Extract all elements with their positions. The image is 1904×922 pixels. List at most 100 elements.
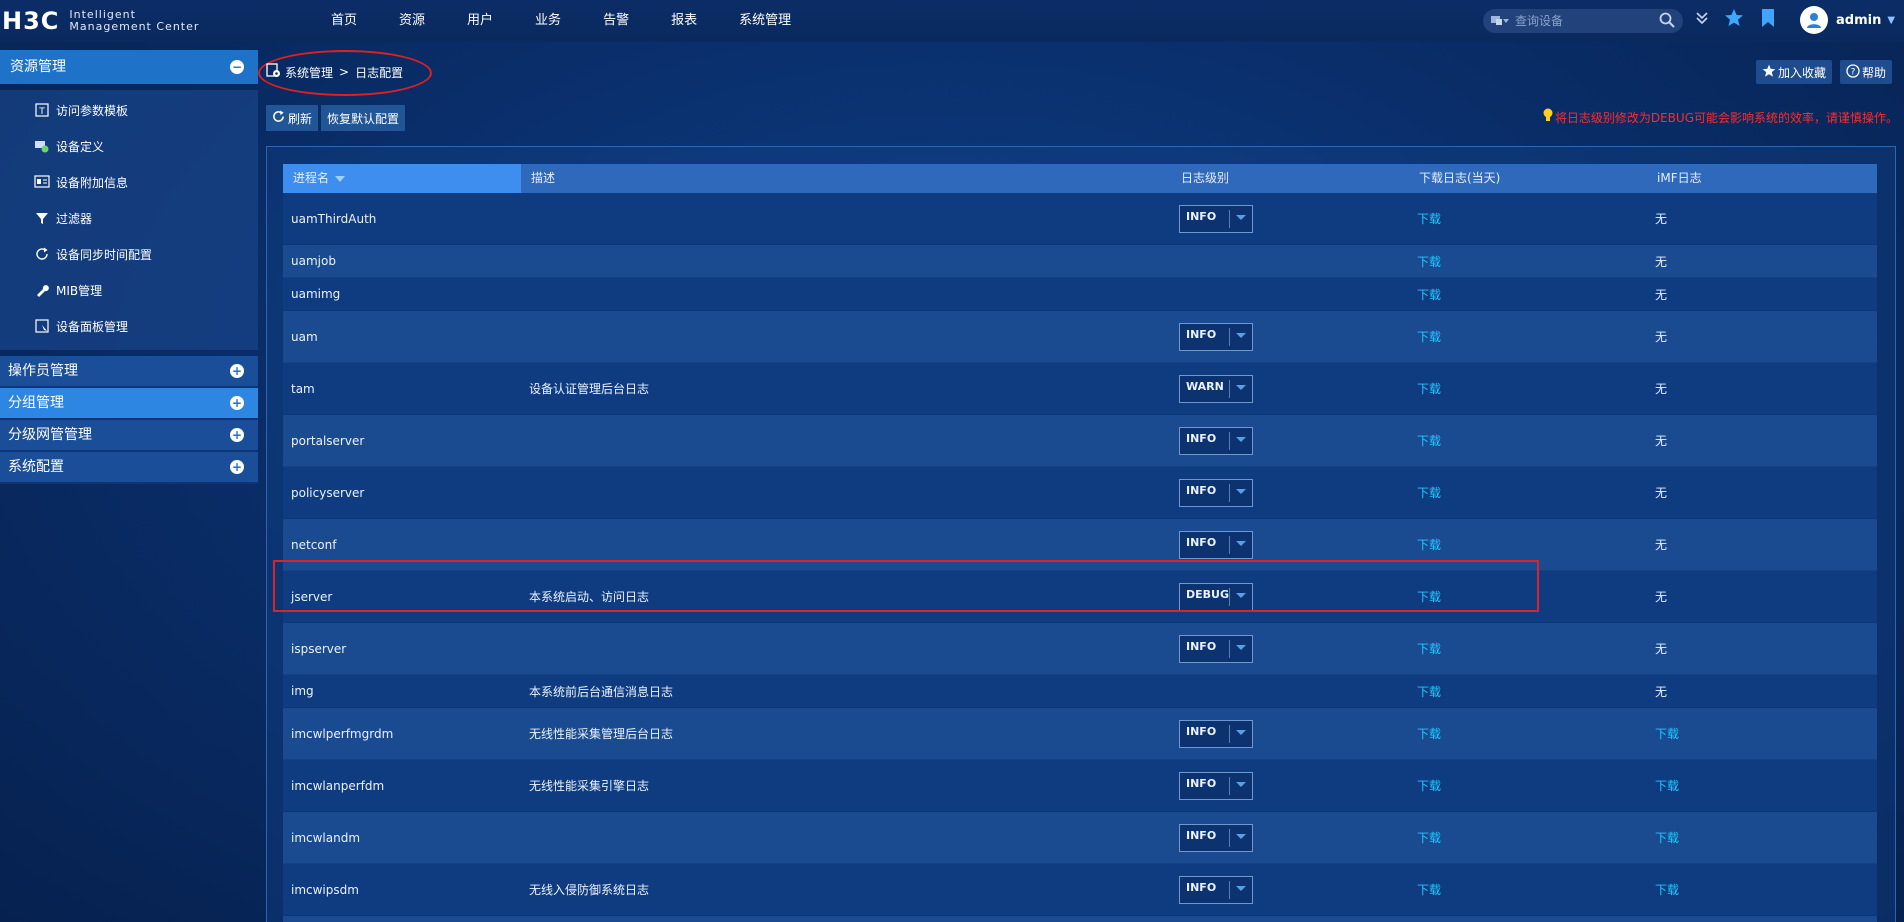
sidebar-item-3[interactable]: 过滤器: [0, 200, 258, 236]
sidebar-item-1[interactable]: 设备定义: [0, 128, 258, 164]
column-header-process[interactable]: 进程名: [283, 164, 521, 193]
log-level-cell: INFO: [1171, 478, 1409, 507]
device-def-icon: [34, 138, 50, 154]
nav-item-3[interactable]: 业务: [514, 0, 582, 42]
imf-log-cell: 无: [1655, 330, 1668, 344]
breadcrumb-parent[interactable]: 系统管理: [285, 64, 333, 81]
nav-item-6[interactable]: 系统管理: [718, 0, 812, 42]
download-log-link[interactable]: 下载: [1409, 829, 1647, 846]
description-cell: 本系统启动、访问日志: [529, 590, 650, 604]
select-divider: [1229, 327, 1230, 346]
imf-log-download-link[interactable]: 下载: [1647, 881, 1877, 898]
double-chevron-down-icon[interactable]: [1696, 11, 1708, 28]
imf-log-download-link[interactable]: 下载: [1647, 725, 1877, 742]
logo[interactable]: H3C Intelligent Management Center: [2, 6, 199, 36]
log-level-select[interactable]: INFO: [1179, 719, 1253, 748]
dropdown-arrow-icon: [1236, 729, 1246, 735]
log-level-select[interactable]: INFO: [1179, 426, 1253, 455]
log-level-value: INFO: [1186, 535, 1217, 549]
sidebar-group-0[interactable]: 操作员管理 +: [0, 356, 258, 388]
add-favorite-button[interactable]: 加入收藏: [1755, 60, 1832, 84]
expand-icon[interactable]: +: [230, 396, 244, 410]
sidebar-item-5[interactable]: MIB管理: [0, 272, 258, 308]
sidebar-group-1[interactable]: 分组管理 +: [0, 388, 258, 420]
refresh-button[interactable]: 刷新: [266, 105, 319, 131]
download-log-link[interactable]: 下载: [1409, 683, 1647, 700]
log-level-select[interactable]: INFO: [1179, 823, 1253, 852]
imf-log-download-link[interactable]: 下载: [1647, 777, 1877, 794]
imf-log-cell: 无: [1655, 642, 1668, 656]
download-log-link[interactable]: 下载: [1409, 725, 1647, 742]
column-header-imf-log: iMF日志: [1657, 171, 1702, 185]
nav-item-4[interactable]: 告警: [582, 0, 650, 42]
sidebar-item-2[interactable]: 设备附加信息: [0, 164, 258, 200]
download-log-link[interactable]: 下载: [1409, 484, 1647, 501]
download-log-link[interactable]: 下载: [1409, 286, 1647, 303]
sidebar: 资源管理 − T 访问参数模板 设备定义 设备附加信息 过滤器 设备同步时间配置 MIB管理…: [0, 50, 258, 922]
download-log-link[interactable]: 下载: [1409, 328, 1647, 345]
log-level-select[interactable]: INFO: [1179, 875, 1253, 904]
expand-icon[interactable]: +: [230, 428, 244, 442]
log-level-value: INFO: [1186, 639, 1217, 653]
expand-icon[interactable]: +: [230, 460, 244, 474]
bookmark-icon[interactable]: [1760, 8, 1776, 31]
sidebar-item-0[interactable]: T 访问参数模板: [0, 92, 258, 128]
download-log-link[interactable]: 下载: [1409, 432, 1647, 449]
nav-item-0[interactable]: 首页: [310, 0, 378, 42]
download-log-link[interactable]: 下载: [1409, 777, 1647, 794]
imf-log-cell: 无: [1655, 287, 1668, 302]
user-menu[interactable]: admin ▼: [1800, 6, 1895, 34]
refresh-icon: [272, 110, 285, 126]
column-header-process-label: 进程名: [293, 171, 330, 185]
help-button[interactable]: ? 帮助: [1839, 60, 1892, 84]
sidebar-submenu: T 访问参数模板 设备定义 设备附加信息 过滤器 设备同步时间配置 MIB管理 设备面板管理: [0, 90, 258, 350]
log-level-select[interactable]: DEBUG: [1179, 582, 1253, 611]
log-level-select[interactable]: INFO: [1179, 322, 1253, 351]
nav-item-1[interactable]: 资源: [378, 0, 446, 42]
download-log-link[interactable]: 下载: [1409, 881, 1647, 898]
log-level-select[interactable]: WARN: [1179, 374, 1253, 403]
log-level-select[interactable]: INFO: [1179, 478, 1253, 507]
imf-log-cell: 无: [1655, 382, 1668, 396]
log-level-cell: DEBUG: [1171, 582, 1409, 611]
collapse-icon[interactable]: −: [230, 60, 244, 74]
process-name-cell: imcwipsdm: [291, 882, 359, 897]
log-level-value: INFO: [1186, 431, 1217, 445]
process-name-cell: portalserver: [291, 433, 365, 448]
download-log-link[interactable]: 下载: [1409, 640, 1647, 657]
download-log-link[interactable]: 下载: [1409, 588, 1647, 605]
download-log-link[interactable]: 下载: [1409, 253, 1647, 270]
log-level-select[interactable]: INFO: [1179, 634, 1253, 663]
download-log-link[interactable]: 下载: [1409, 210, 1647, 227]
sidebar-group-label: 分级网管管理: [8, 427, 92, 443]
toolbar: 刷新 恢复默认配置: [266, 105, 406, 131]
download-log-link[interactable]: 下载: [1409, 380, 1647, 397]
sidebar-header-resource-management[interactable]: 资源管理 −: [0, 50, 258, 84]
restore-default-button[interactable]: 恢复默认配置: [321, 105, 406, 131]
sidebar-item-6[interactable]: 设备面板管理: [0, 308, 258, 344]
search-icon[interactable]: [1659, 12, 1675, 31]
device-type-icon[interactable]: [1491, 14, 1509, 28]
expand-icon[interactable]: +: [230, 364, 244, 378]
select-divider: [1229, 724, 1230, 743]
download-log-link[interactable]: 下载: [1409, 536, 1647, 553]
sidebar-group-2[interactable]: 分级网管管理 +: [0, 420, 258, 452]
log-level-select[interactable]: INFO: [1179, 204, 1253, 233]
table-row: uamjob 下载无: [283, 245, 1877, 278]
log-level-value: INFO: [1186, 724, 1217, 738]
avatar[interactable]: [1800, 6, 1828, 34]
log-level-select[interactable]: INFO: [1179, 771, 1253, 800]
sidebar-group-3[interactable]: 系统配置 +: [0, 452, 258, 484]
chevron-down-icon[interactable]: ▼: [1887, 15, 1895, 26]
dropdown-arrow-icon: [1236, 436, 1246, 442]
log-level-select[interactable]: INFO: [1179, 530, 1253, 559]
user-name[interactable]: admin: [1836, 13, 1881, 28]
sidebar-item-4[interactable]: 设备同步时间配置: [0, 236, 258, 272]
nav-item-2[interactable]: 用户: [446, 0, 514, 42]
search-input[interactable]: [1513, 13, 1647, 29]
star-icon[interactable]: [1724, 8, 1744, 31]
breadcrumb: 系统管理 > 日志配置: [266, 63, 403, 81]
nav-item-5[interactable]: 报表: [650, 0, 718, 42]
logo-line-2: Management Center: [69, 20, 200, 33]
imf-log-download-link[interactable]: 下载: [1647, 829, 1877, 846]
